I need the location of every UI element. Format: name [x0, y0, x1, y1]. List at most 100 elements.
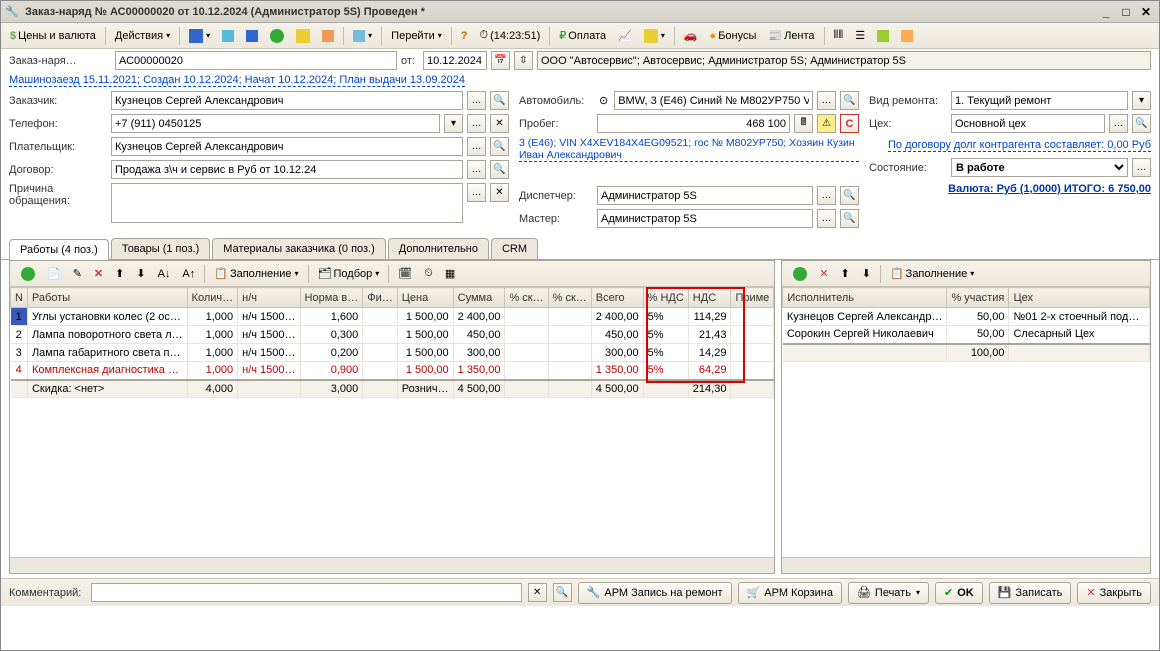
sort-asc-icon[interactable]: A↓: [153, 264, 176, 284]
table-row[interactable]: 1Углы установки колес (2 ос…1,000н/ч 150…: [11, 308, 774, 326]
warn-icon[interactable]: ⚠: [817, 114, 836, 133]
payer-search[interactable]: 🔍: [490, 137, 509, 156]
refresh-icon[interactable]: [265, 26, 289, 46]
goto-button[interactable]: Перейти▾: [386, 26, 447, 46]
dispatcher-dots[interactable]: …: [817, 186, 836, 205]
col-work[interactable]: Работы: [27, 288, 187, 308]
ccleaner-icon[interactable]: C: [840, 114, 859, 133]
vehicle-dots[interactable]: …: [817, 91, 836, 110]
col-vat[interactable]: НДС: [688, 288, 731, 308]
edit-row-icon[interactable]: ✎: [68, 264, 87, 284]
grid-icon1[interactable]: 🗓: [393, 264, 417, 284]
reason-dots[interactable]: …: [467, 183, 486, 202]
vehicle-input[interactable]: [614, 91, 813, 110]
master-dots[interactable]: …: [817, 209, 836, 228]
state-dots[interactable]: …: [1132, 158, 1151, 177]
grid-icon2[interactable]: ⏲: [419, 264, 438, 284]
p-fill-button[interactable]: 📋 Заполнение▾: [885, 264, 979, 284]
col-d1[interactable]: % ск…: [505, 288, 548, 308]
reason-input[interactable]: [111, 183, 463, 223]
tab-extra[interactable]: Дополнительно: [388, 238, 489, 259]
table-row[interactable]: 3Лампа габаритного света п…1,000н/ч 1500…: [11, 344, 774, 362]
pick-button[interactable]: 🗂 Подбор▾: [313, 264, 385, 284]
up-row-icon[interactable]: ⬆: [110, 264, 129, 284]
state-select[interactable]: В работе: [951, 158, 1128, 177]
col-note[interactable]: Приме: [731, 288, 774, 308]
post-icon[interactable]: [291, 26, 315, 46]
comment-search[interactable]: 🔍: [553, 583, 572, 602]
tab-works[interactable]: Работы (4 поз.): [9, 239, 109, 260]
mileage-input[interactable]: [597, 114, 790, 133]
table-row[interactable]: Кузнецов Сергей Александр…50,00№01 2-х с…: [783, 308, 1150, 326]
ok-button[interactable]: ✔ OK: [935, 582, 983, 604]
pcol-part[interactable]: % участия: [947, 288, 1009, 308]
col-total[interactable]: Всего: [591, 288, 643, 308]
customer-dots[interactable]: …: [467, 91, 486, 110]
table-row[interactable]: 4Комплексная диагностика …1,000н/ч 1500……: [11, 362, 774, 380]
total-link[interactable]: Валюта: Руб (1,0000) ИТОГО: 6 750,00: [948, 183, 1151, 195]
down-row-icon[interactable]: ⬇: [131, 264, 150, 284]
vehicle-search[interactable]: 🔍: [840, 91, 859, 110]
shop-search[interactable]: 🔍: [1132, 114, 1151, 133]
fill-button[interactable]: 📋 Заполнение▾: [209, 264, 303, 284]
shop-input[interactable]: [951, 114, 1105, 133]
col-nh[interactable]: н/ч: [238, 288, 300, 308]
tab-crm[interactable]: CRM: [491, 238, 538, 259]
col-price[interactable]: Цена: [397, 288, 453, 308]
payer-input[interactable]: [111, 137, 463, 156]
print-button[interactable]: 🖨 Печать▾: [848, 582, 929, 604]
calc-icon[interactable]: 🖩: [794, 114, 813, 133]
phone-dots[interactable]: …: [467, 114, 486, 133]
minimize-button[interactable]: _: [1097, 4, 1115, 20]
customer-input[interactable]: [111, 91, 463, 110]
new-icon[interactable]: ▾: [184, 26, 215, 46]
performers-grid[interactable]: Исполнитель % участия Цех Кузнецов Серге…: [782, 287, 1150, 557]
based-on-icon[interactable]: ▾: [348, 26, 377, 46]
repair-type-input[interactable]: [951, 91, 1128, 110]
tab-materials[interactable]: Материалы заказчика (0 поз.): [212, 238, 386, 259]
box-icon[interactable]: ▾: [639, 26, 670, 46]
customer-search[interactable]: 🔍: [490, 91, 509, 110]
feed-button[interactable]: 📰Лента: [763, 26, 819, 46]
shop-dots[interactable]: …: [1109, 114, 1128, 133]
chart-icon[interactable]: 📈: [613, 26, 637, 46]
col-qty[interactable]: Колич…: [187, 288, 238, 308]
h-scrollbar[interactable]: [10, 557, 774, 573]
export-icon[interactable]: [896, 26, 918, 46]
works-grid[interactable]: N Работы Колич… н/ч Норма в… Фи… Цена Су…: [10, 287, 774, 557]
clock-icon[interactable]: ⏱ (14:23:51): [475, 26, 546, 46]
delete-row-icon[interactable]: ✕: [89, 264, 108, 284]
bonuses-button[interactable]: ● Бонусы: [705, 26, 762, 46]
history-link[interactable]: Машинозаезд 15.11.2021; Создан 10.12.202…: [9, 74, 465, 87]
actions-button[interactable]: Действия▾: [110, 26, 175, 46]
add-row-icon[interactable]: [16, 264, 40, 284]
copy-row-icon[interactable]: 📄: [42, 264, 66, 284]
arm-record-button[interactable]: 🔧 АРМ Запись на ремонт: [578, 582, 732, 604]
dispatcher-input[interactable]: [597, 186, 813, 205]
col-fix[interactable]: Фи…: [363, 288, 398, 308]
p-add-icon[interactable]: [788, 264, 812, 284]
phone-drop[interactable]: ▾: [444, 114, 463, 133]
phone-input[interactable]: [111, 114, 440, 133]
p-down-icon[interactable]: ⬇: [857, 264, 876, 284]
comment-input[interactable]: [91, 583, 521, 602]
vehicle-info-link[interactable]: 3 (E46); VIN X4XEV184X4EG09521; гос № М8…: [519, 137, 859, 162]
sort-desc-icon[interactable]: A↑: [177, 264, 200, 284]
col-n[interactable]: N: [11, 288, 28, 308]
pcol-shop[interactable]: Цех: [1009, 288, 1150, 308]
grid-icon3[interactable]: ▦: [440, 264, 460, 284]
order-number-input[interactable]: [115, 51, 397, 70]
from-date-input[interactable]: [423, 51, 487, 70]
barcode-icon[interactable]: ⦀⦀: [829, 26, 849, 46]
contract-input[interactable]: [111, 160, 463, 179]
col-sum[interactable]: Сумма: [453, 288, 505, 308]
prices-button[interactable]: $ Цены и валюта: [5, 26, 101, 46]
save-icon[interactable]: [241, 26, 263, 46]
master-search[interactable]: 🔍: [840, 209, 859, 228]
master-input[interactable]: [597, 209, 813, 228]
save-button[interactable]: 💾 Записать: [989, 582, 1072, 604]
pcol-perf[interactable]: Исполнитель: [783, 288, 947, 308]
dispatcher-search[interactable]: 🔍: [840, 186, 859, 205]
p-del-icon[interactable]: ✕: [814, 264, 833, 284]
comment-clear[interactable]: ✕: [528, 583, 547, 602]
